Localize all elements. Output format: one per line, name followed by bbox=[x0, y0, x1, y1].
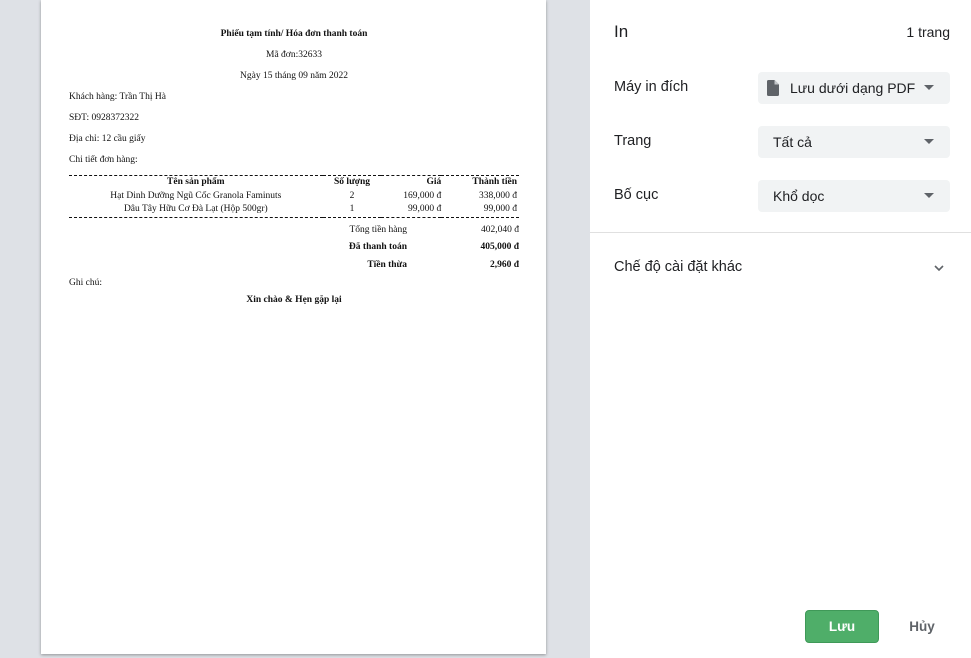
order-number: Mã đơn:32633 bbox=[266, 50, 322, 60]
invoice-title: Phiếu tạm tính/ Hóa đơn thanh toán bbox=[220, 29, 368, 39]
paid-row: Đã thanh toán 405,000 đ bbox=[69, 242, 519, 256]
print-preview-area[interactable]: Phiếu tạm tính/ Hóa đơn thanh toán Mã đơ… bbox=[0, 0, 590, 658]
chevron-down-icon[interactable] bbox=[933, 262, 945, 274]
destination-select[interactable]: Lưu dưới dạng PDF bbox=[758, 72, 950, 104]
change-value: 2,960 đ bbox=[489, 260, 519, 270]
dropdown-arrow-icon bbox=[924, 85, 934, 90]
invoice-date: Ngày 15 tháng 09 năm 2022 bbox=[240, 71, 348, 81]
product-name: Dâu Tây Hữu Cơ Đà Lạt (Hộp 500gr) bbox=[69, 203, 323, 218]
table-row: Dâu Tây Hữu Cơ Đà Lạt (Hộp 500gr) 1 99,0… bbox=[69, 203, 519, 218]
section-divider bbox=[590, 232, 971, 233]
order-items-table: Tên sản phẩm Số lượng Giá Thành tiền Hạt… bbox=[69, 175, 519, 218]
customer-address: Địa chỉ: 12 cầu giấy bbox=[69, 134, 146, 144]
page-count: 1 trang bbox=[906, 24, 950, 40]
note-label: Ghi chú: bbox=[69, 278, 102, 288]
order-details-label: Chi tiết đơn hàng: bbox=[69, 155, 138, 165]
dropdown-arrow-icon bbox=[924, 139, 934, 144]
cancel-button[interactable]: Hủy bbox=[896, 610, 948, 643]
layout-label: Bố cục bbox=[614, 187, 659, 203]
product-price: 99,000 đ bbox=[381, 203, 442, 218]
header-product-name: Tên sản phẩm bbox=[69, 175, 323, 190]
save-button[interactable]: Lưu bbox=[805, 610, 879, 643]
header-quantity: Số lượng bbox=[322, 175, 382, 190]
product-price: 169,000 đ bbox=[403, 190, 442, 201]
subtotal-label: Tổng tiền hàng bbox=[349, 225, 407, 235]
product-line-total: 99,000 đ bbox=[441, 203, 519, 218]
layout-select[interactable]: Khổ dọc bbox=[758, 180, 950, 212]
pages-label: Trang bbox=[614, 133, 652, 149]
pages-select[interactable]: Tất cả bbox=[758, 126, 950, 158]
destination-label: Máy in đích bbox=[614, 79, 689, 95]
pages-value: Tất cả bbox=[773, 134, 812, 150]
customer-name: Khách hàng: Trần Thị Hà bbox=[69, 92, 166, 102]
dropdown-arrow-icon bbox=[924, 193, 934, 198]
more-settings-toggle[interactable]: Chế độ cài đặt khác bbox=[614, 259, 742, 275]
header-line-total: Thành tiền bbox=[441, 175, 519, 190]
preview-page: Phiếu tạm tính/ Hóa đơn thanh toán Mã đơ… bbox=[41, 0, 546, 654]
product-quantity: 1 bbox=[322, 203, 382, 218]
subtotal-value: 402,040 đ bbox=[481, 225, 519, 235]
file-icon bbox=[767, 80, 779, 96]
product-name: Hạt Dinh Dưỡng Ngũ Cốc Granola Faminuts bbox=[110, 190, 282, 201]
destination-value: Lưu dưới dạng PDF bbox=[790, 80, 916, 96]
paid-label: Đã thanh toán bbox=[348, 242, 407, 252]
layout-value: Khổ dọc bbox=[773, 188, 825, 204]
table-header-row: Tên sản phẩm Số lượng Giá Thành tiền bbox=[69, 175, 519, 190]
subtotal-row: Tổng tiền hàng 402,040 đ bbox=[69, 225, 519, 239]
print-title: In bbox=[614, 22, 629, 41]
table-row: Hạt Dinh Dưỡng Ngũ Cốc Granola Faminuts … bbox=[69, 190, 519, 204]
product-quantity: 2 bbox=[349, 190, 355, 201]
header-price: Giá bbox=[381, 175, 442, 190]
change-label: Tiền thừa bbox=[367, 260, 407, 270]
print-settings-panel: In 1 trang Máy in đích Lưu dưới dạng PDF… bbox=[590, 0, 971, 658]
product-line-total: 338,000 đ bbox=[479, 190, 517, 201]
farewell-text: Xin chào & Hẹn gặp lại bbox=[246, 295, 342, 305]
change-row: Tiền thừa 2,960 đ bbox=[69, 260, 519, 274]
paid-value: 405,000 đ bbox=[480, 242, 519, 252]
customer-phone: SĐT: 0928372322 bbox=[69, 113, 139, 123]
